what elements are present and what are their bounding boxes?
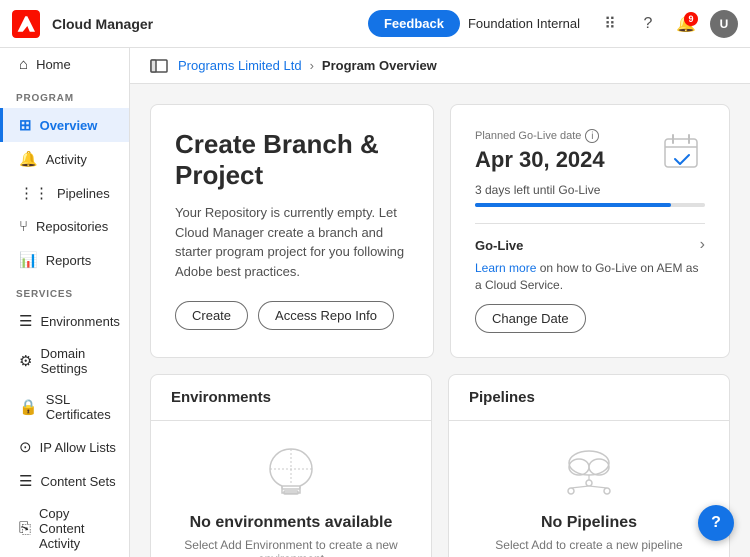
ssl-icon: 🔒	[19, 398, 38, 416]
no-pipelines-desc: Select Add to create a new pipeline	[495, 538, 682, 552]
sidebar-activity-label: Activity	[46, 152, 87, 167]
golive-card: Planned Go-Live date i Apr 30, 2024	[450, 104, 730, 358]
topnav: Cloud Manager Feedback Foundation Intern…	[0, 0, 750, 48]
ip-icon: ⊙	[19, 438, 32, 456]
no-pipelines-icon	[549, 441, 629, 504]
sidebar-item-domain-settings[interactable]: ⚙ Domain Settings	[0, 338, 129, 384]
repositories-icon: ⑂	[19, 218, 28, 235]
domain-settings-icon: ⚙	[19, 352, 32, 370]
sidebar-item-pipelines[interactable]: ⋮⋮ Pipelines	[0, 176, 129, 210]
no-pipelines-title: No Pipelines	[541, 514, 637, 532]
progress-bar	[475, 203, 671, 207]
notification-badge: 9	[684, 12, 698, 26]
no-environments-title: No environments available	[190, 514, 393, 532]
home-icon: ⌂	[19, 56, 28, 73]
pipelines-header: Pipelines	[449, 375, 729, 421]
topnav-logo	[12, 10, 40, 38]
environments-icon: ☰	[19, 312, 32, 330]
golive-learn-more-text: Learn more on how to Go-Live on AEM as a…	[475, 260, 705, 294]
activity-icon: 🔔	[19, 150, 38, 168]
sidebar-ip-label: IP Allow Lists	[40, 440, 116, 455]
notification-icon[interactable]: 🔔 9	[672, 10, 700, 38]
sidebar-item-overview[interactable]: ⊞ Overview	[0, 108, 129, 142]
breadcrumb-bar: Programs Limited Ltd › Program Overview	[130, 48, 750, 84]
change-date-button[interactable]: Change Date	[475, 304, 586, 333]
sidebar-copy-content-label: Copy Content Activity	[39, 506, 117, 551]
sidebar-overview-label: Overview	[40, 118, 98, 133]
sidebar-item-copy-content-activity[interactable]: ⎘ Copy Content Activity	[0, 498, 129, 557]
golive-date-label: Planned Go-Live date	[475, 130, 581, 142]
help-icon[interactable]: ?	[634, 10, 662, 38]
avatar[interactable]: U	[710, 10, 738, 38]
pipelines-icon: ⋮⋮	[19, 184, 49, 202]
create-branch-title: Create Branch & Project	[175, 129, 409, 191]
sidebar-item-reports[interactable]: 📊 Reports	[0, 243, 129, 277]
sidebar-item-activity[interactable]: 🔔 Activity	[0, 142, 129, 176]
golive-learn-more-link[interactable]: Learn more	[475, 261, 536, 275]
sidebar-section-services: SERVICES	[0, 277, 129, 304]
golive-chevron-icon[interactable]: ›	[700, 236, 705, 254]
create-branch-desc: Your Repository is currently empty. Let …	[175, 203, 409, 281]
create-button[interactable]: Create	[175, 301, 248, 330]
sidebar-environments-label: Environments	[40, 314, 119, 329]
breadcrumb-current: Program Overview	[322, 58, 437, 73]
sidebar-ssl-label: SSL Certificates	[46, 392, 117, 422]
feedback-button[interactable]: Feedback	[368, 10, 460, 37]
no-environments-icon	[256, 441, 326, 504]
sidebar-home-label: Home	[36, 57, 71, 72]
golive-section-title: Go-Live	[475, 238, 523, 253]
reports-icon: 📊	[19, 251, 38, 269]
info-icon[interactable]: i	[585, 129, 599, 143]
environments-card: Environments No environments availab	[150, 374, 432, 557]
access-repo-button[interactable]: Access Repo Info	[258, 301, 394, 330]
overview-icon: ⊞	[19, 116, 32, 134]
calendar-icon	[657, 129, 705, 177]
sidebar-item-ip-allow-lists[interactable]: ⊙ IP Allow Lists	[0, 430, 129, 464]
no-environments-desc: Select Add Environment to create a new e…	[171, 538, 411, 557]
golive-days-left: 3 days left until Go-Live	[475, 183, 705, 197]
breadcrumb-org-name[interactable]: Programs Limited Ltd	[178, 58, 302, 73]
sidebar-content-sets-label: Content Sets	[40, 474, 115, 489]
sidebar-domain-settings-label: Domain Settings	[40, 346, 117, 376]
copy-content-icon: ⎘	[19, 520, 31, 537]
breadcrumb-separator: ›	[310, 58, 314, 73]
sidebar-section-program: PROGRAM	[0, 81, 129, 108]
main-content: Programs Limited Ltd › Program Overview …	[130, 48, 750, 557]
sidebar-item-repositories[interactable]: ⑂ Repositories	[0, 210, 129, 243]
environments-header: Environments	[151, 375, 431, 421]
sidebar-item-ssl-certificates[interactable]: 🔒 SSL Certificates	[0, 384, 129, 430]
org-name: Foundation Internal	[468, 16, 580, 31]
sidebar: ⌂ Home PROGRAM ⊞ Overview 🔔 Activity ⋮⋮ …	[0, 48, 130, 557]
golive-date: Apr 30, 2024	[475, 147, 605, 173]
sidebar-item-environments[interactable]: ☰ Environments	[0, 304, 129, 338]
sidebar-repositories-label: Repositories	[36, 219, 108, 234]
sidebar-item-content-sets[interactable]: ☰ Content Sets	[0, 464, 129, 498]
sidebar-item-home[interactable]: ⌂ Home	[0, 48, 129, 81]
sidebar-reports-label: Reports	[46, 253, 92, 268]
create-branch-card: Create Branch & Project Your Repository …	[150, 104, 434, 358]
content-sets-icon: ☰	[19, 472, 32, 490]
app-name: Cloud Manager	[52, 16, 153, 32]
help-button[interactable]: ?	[698, 505, 734, 541]
breadcrumb-org-icon	[150, 59, 170, 73]
pipelines-card: Pipelines	[448, 374, 730, 557]
grid-icon[interactable]: ⠿	[596, 10, 624, 38]
sidebar-pipelines-label: Pipelines	[57, 186, 110, 201]
